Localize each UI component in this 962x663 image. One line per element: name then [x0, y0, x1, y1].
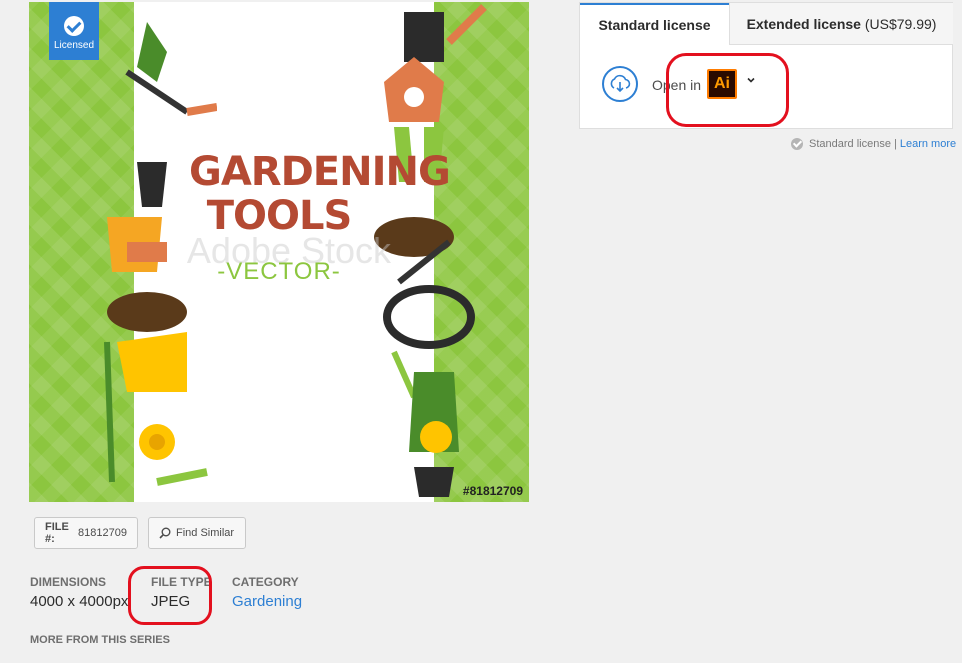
- checkmark-icon: [64, 16, 84, 36]
- standard-license-note: Standard license | Learn more: [791, 138, 956, 150]
- tab-standard-license[interactable]: Standard license: [580, 3, 729, 45]
- file-number-overlay: #81812709: [462, 484, 523, 498]
- check-circle-icon: [791, 138, 803, 150]
- dimensions-value: 4000 x 4000px: [30, 593, 129, 610]
- find-similar-label: Find Similar: [176, 527, 235, 539]
- standard-license-note-text: Standard license |: [809, 138, 897, 150]
- poster-title-line1: GARDENING: [189, 149, 451, 195]
- annotation-highlight-open-in: [666, 53, 789, 127]
- tab-extended-license[interactable]: Extended license (US$79.99): [729, 3, 953, 45]
- file-number-value: 81812709: [78, 527, 127, 539]
- tab-extended-label: Extended license: [746, 16, 861, 32]
- more-from-series-heading: MORE FROM THIS SERIES: [30, 634, 170, 646]
- licensed-badge: Licensed: [49, 2, 99, 60]
- category-label: CATEGORY: [232, 575, 299, 589]
- poster-title: GARDENING TOOLS: [189, 149, 451, 238]
- cloud-download-icon: [610, 74, 631, 93]
- poster-subtitle: -VECTOR-: [217, 258, 341, 285]
- tab-extended-price: (US$79.99): [864, 16, 937, 32]
- file-number-button[interactable]: FILE #: 81812709: [34, 517, 138, 549]
- cloud-download-button[interactable]: [602, 66, 638, 102]
- file-number-label: FILE #:: [45, 521, 69, 545]
- find-similar-button[interactable]: Find Similar: [148, 517, 246, 549]
- search-icon: [159, 527, 171, 539]
- stock-preview-image[interactable]: Licensed GARDENING TOOLS Adobe Stock -VE…: [29, 2, 529, 502]
- category-link[interactable]: Gardening: [232, 593, 302, 610]
- licensed-badge-label: Licensed: [53, 40, 95, 51]
- dimensions-label: DIMENSIONS: [30, 575, 107, 589]
- learn-more-link[interactable]: Learn more: [900, 138, 956, 150]
- annotation-highlight-file-type: [128, 566, 212, 625]
